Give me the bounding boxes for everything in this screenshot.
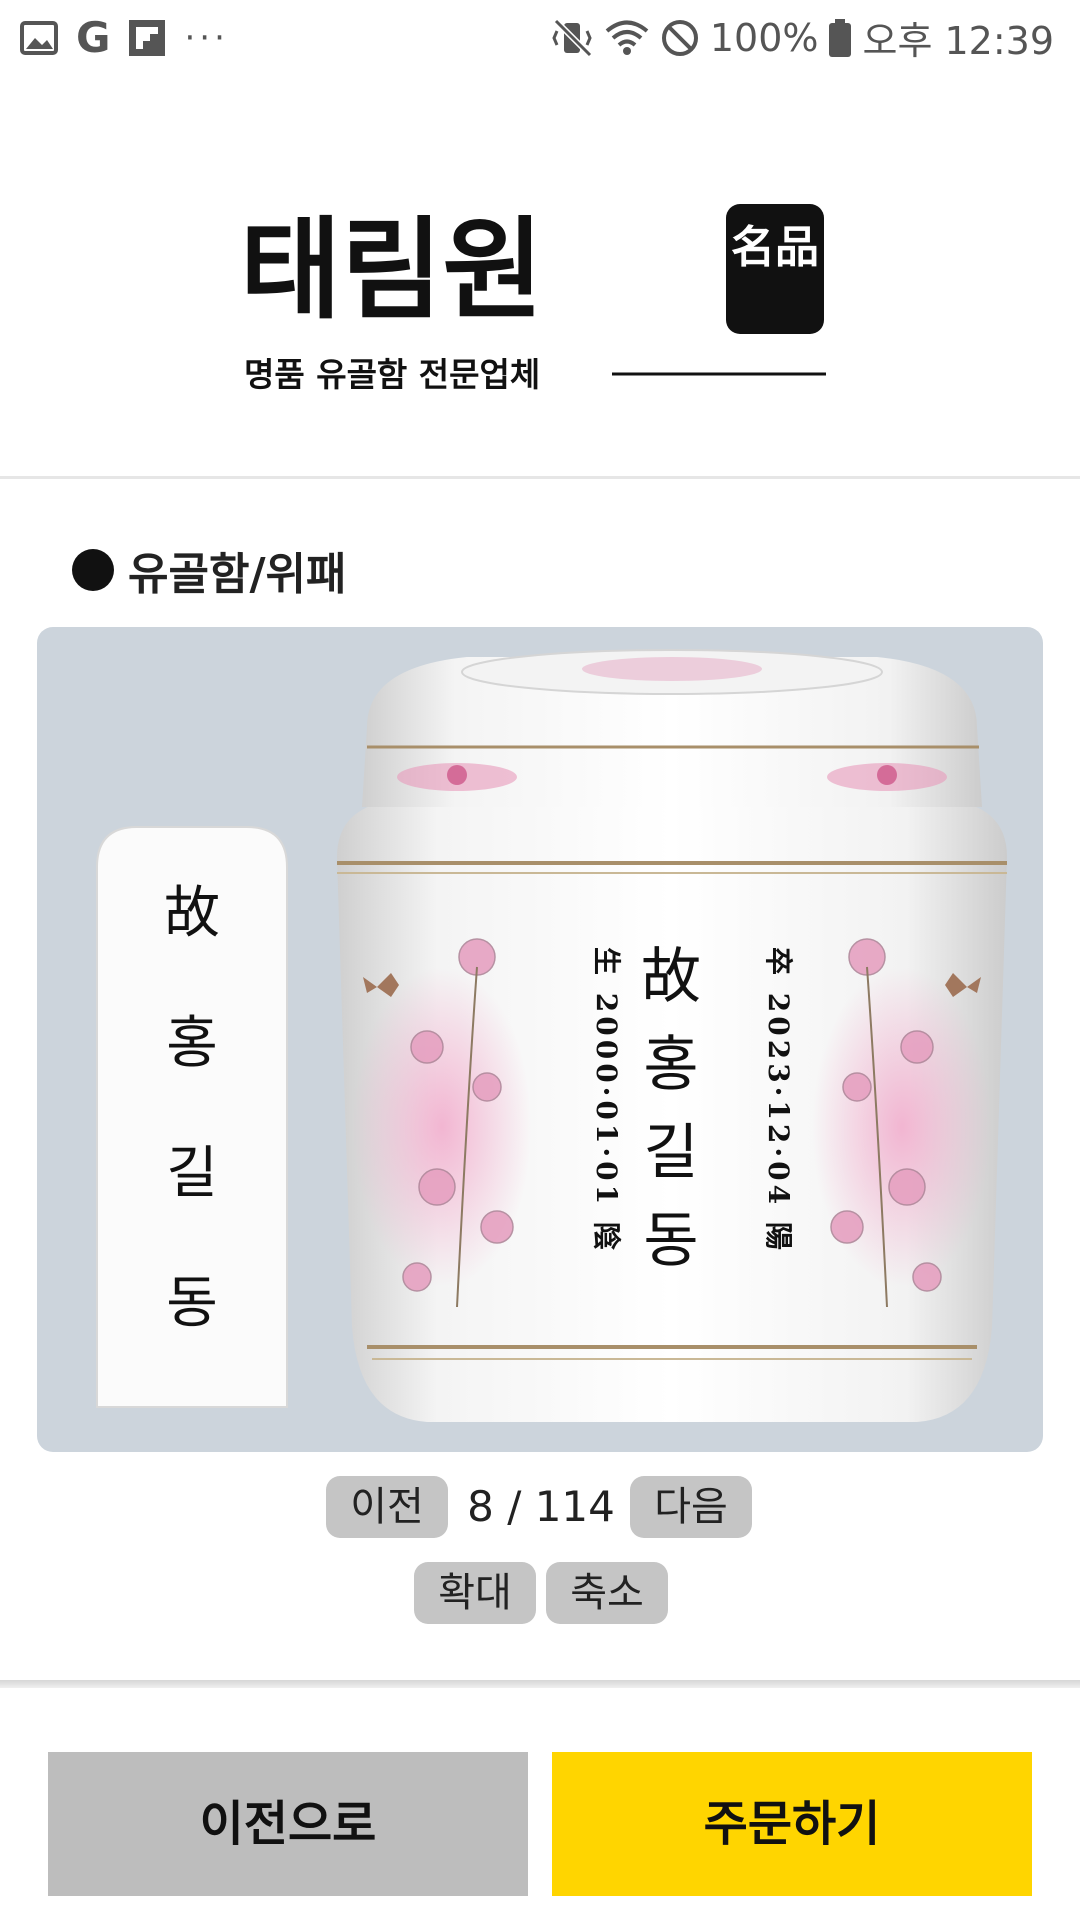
urn-char-1: 故 [641,942,701,1012]
prev-image-button[interactable]: 이전 [326,1476,448,1538]
image-pager: 이전 8 / 114 다음 [0,1476,1080,1538]
next-image-button[interactable]: 다음 [630,1476,752,1538]
tablet-char-2: 홍 [166,1011,218,1076]
brand-logo: 태림원 名品 명품 유골함 전문업체 [240,190,840,410]
logo-name: 태림원 [240,205,544,334]
urn-char-3: 길 [643,1118,698,1188]
bullet-icon [72,549,114,591]
block-icon [661,19,698,56]
tablet-char-3: 길 [166,1141,218,1206]
gallery-icon [20,21,58,55]
memorial-tablet: 故 홍 길 동 [96,826,288,1408]
urn-char-2: 홍 [643,1030,698,1100]
section-title: 유골함/위패 [128,549,347,600]
vibrate-icon [552,18,592,57]
battery-percent: 100% [709,15,819,60]
bottom-action-bar: 이전으로 주문하기 [0,1716,1080,1920]
brand-logo-graphic: 태림원 名品 명품 유골함 전문업체 [240,204,826,394]
urn-death-date: 卒 2023·12·04 陽 [762,947,795,1254]
google-icon: G [76,13,111,62]
clock: 오후 12:39 [862,19,1054,63]
more-icon: ··· [184,18,229,58]
header-divider [0,476,1080,479]
page-counter: 8 / 114 [467,1482,615,1531]
status-left: G ··· [20,14,229,62]
status-right: 100% 오후 12:39 [552,10,1054,65]
flipboard-icon [129,20,166,56]
battery-icon [829,18,852,57]
zoom-controls: 확대 축소 [0,1562,1080,1624]
section-heading: 유골함/위패 [72,538,346,602]
urn-char-4: 동 [643,1206,698,1276]
tablet-char-4: 동 [166,1271,218,1336]
logo-tagline: 명품 유골함 전문업체 [244,355,540,394]
tablet-char-1: 故 [164,881,220,946]
zoom-in-button[interactable]: 확대 [414,1562,536,1624]
back-button[interactable]: 이전으로 [48,1752,528,1896]
content-divider [0,1680,1080,1688]
order-button[interactable]: 주문하기 [552,1752,1032,1896]
status-bar: G ··· 100% 오후 12:39 [0,0,1080,76]
product-illustration: 故 홍 길 동 故 홍 길 동 生 2000·01·01 陰 卒 2023·12… [96,649,1007,1422]
zoom-out-button[interactable]: 축소 [546,1562,668,1624]
wifi-icon [605,20,649,55]
urn-birth-date: 生 2000·01·01 陰 [590,947,623,1254]
product-image[interactable]: 故 홍 길 동 故 홍 길 동 生 2000·01·01 陰 卒 2023·12… [37,627,1043,1452]
logo-badge: 名品 [731,222,819,273]
